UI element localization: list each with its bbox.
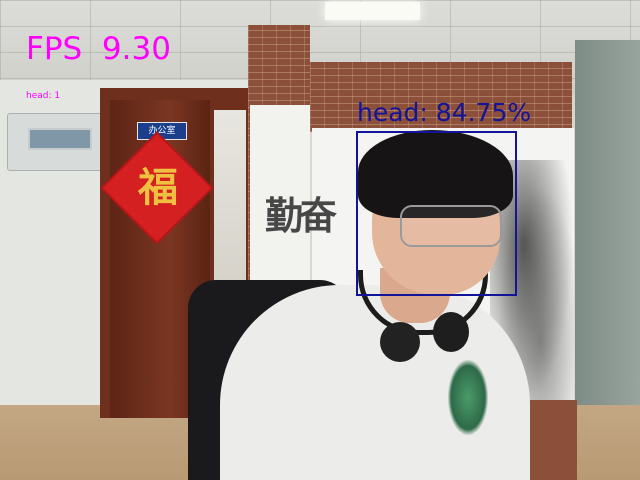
headphone-left-cup xyxy=(380,322,420,362)
webcam-frame: 办公室 福 勤奋 FPS 9.30 head: 1 head: 84.75% xyxy=(0,0,640,480)
detection-bounding-box xyxy=(356,131,517,296)
fps-value: 9.30 xyxy=(101,31,171,67)
fps-label-text: FPS xyxy=(26,31,83,67)
detection-label: head: 84.75% xyxy=(357,98,532,127)
wall-thermostat-unit xyxy=(7,113,102,171)
class-count-text: head: 1 xyxy=(26,91,61,101)
ceiling-light xyxy=(325,2,420,20)
thermostat-screen xyxy=(28,128,92,150)
door-sign-text: 办公室 xyxy=(148,126,176,136)
fu-character: 福 xyxy=(138,164,178,211)
fps-counter: FPS 9.30 xyxy=(26,28,316,70)
shirt-print xyxy=(448,360,488,435)
door-sign: 办公室 xyxy=(137,122,187,140)
headphone-right-cup xyxy=(433,312,469,352)
